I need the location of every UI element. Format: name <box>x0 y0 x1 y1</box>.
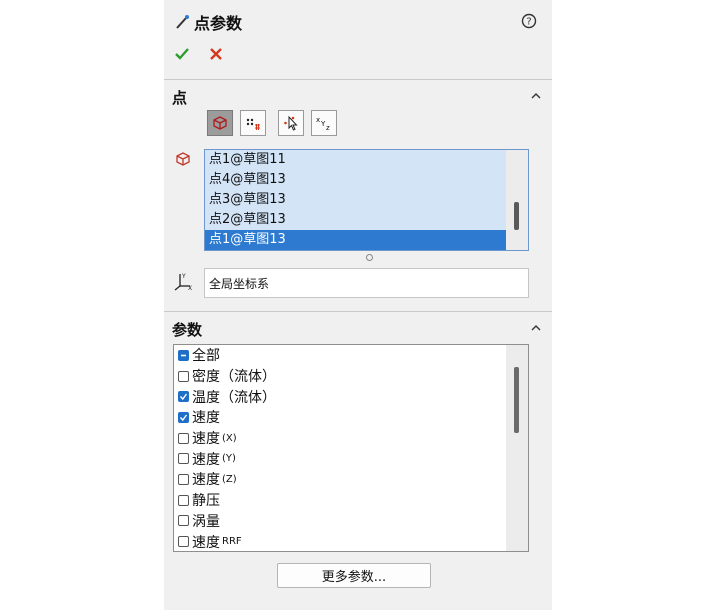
parameter-item[interactable]: 涡量 <box>174 511 528 532</box>
checkbox[interactable] <box>178 411 189 423</box>
points-section-title: 点 <box>172 89 188 107</box>
parameter-item[interactable]: 速度 (Y) <box>174 448 528 469</box>
selected-points-icon <box>176 152 190 166</box>
parameter-label: 密度（流体） <box>192 369 276 386</box>
title-row: 点参数 <box>174 10 242 34</box>
parameters-list-scrollbar[interactable] <box>506 345 528 551</box>
scrollbar-thumb[interactable] <box>514 367 519 433</box>
parameter-label: 静压 <box>192 493 220 510</box>
parameter-label: 温度（流体） <box>192 389 276 406</box>
parameter-item[interactable]: 密度（流体） <box>174 366 528 387</box>
parameter-suffix: RRF <box>222 536 242 548</box>
pick-point-button[interactable] <box>278 110 304 136</box>
parameter-suffix: (X) <box>222 432 237 444</box>
svg-text:x: x <box>316 116 320 124</box>
list-item[interactable]: 点1@草图11 <box>205 150 506 170</box>
help-icon[interactable]: ? <box>521 13 537 29</box>
list-item[interactable]: 点3@草图13 <box>205 190 506 210</box>
checkbox[interactable] <box>178 391 189 403</box>
parameters-section-title: 参数 <box>172 321 203 339</box>
collapse-chevron-icon[interactable] <box>530 92 542 100</box>
checkbox[interactable] <box>178 473 189 485</box>
points-list[interactable]: 点1@草图11 点4@草图13 点3@草图13 点2@草图13 点1@草图13 <box>204 149 529 251</box>
checkbox[interactable] <box>178 515 189 527</box>
indeterminate-icon <box>181 354 186 357</box>
coordinates-input-button[interactable]: x Y z <box>311 110 337 136</box>
collapse-chevron-icon[interactable] <box>530 324 542 332</box>
parameter-suffix: (Z) <box>222 473 237 485</box>
divider <box>164 79 552 80</box>
ok-button[interactable] <box>174 46 190 62</box>
parameter-item[interactable]: 速度 RRF <box>174 531 528 551</box>
checkbox[interactable] <box>178 432 189 444</box>
coordinate-system-icon: Y X <box>174 273 192 291</box>
parameter-label: 速度 <box>192 451 220 468</box>
coordinate-system-field[interactable]: 全局坐标系 <box>204 268 529 298</box>
panel-title: 点参数 <box>194 14 243 33</box>
select-points-button[interactable] <box>240 110 266 136</box>
list-item[interactable]: 点4@草图13 <box>205 170 506 190</box>
list-resize-handle[interactable] <box>366 254 373 261</box>
list-item[interactable]: 点2@草图13 <box>205 210 506 230</box>
parameter-item[interactable]: 速度 (Z) <box>174 469 528 490</box>
parameter-item[interactable]: 温度（流体） <box>174 386 528 407</box>
xyz-coordinates-icon: x Y z <box>316 116 330 132</box>
more-parameters-button[interactable]: 更多参数... <box>277 563 431 588</box>
parameter-label: 速度 <box>192 431 220 448</box>
svg-text:Y: Y <box>181 273 186 280</box>
parameter-item[interactable]: 静压 <box>174 490 528 511</box>
points-list-scrollbar[interactable] <box>506 150 528 250</box>
checkbox[interactable] <box>178 370 189 382</box>
parameter-label: 速度 <box>192 534 220 551</box>
3d-box-icon <box>213 116 227 130</box>
parameter-label: 涡量 <box>192 513 220 530</box>
parameter-suffix: (Y) <box>222 453 236 465</box>
divider <box>164 311 552 312</box>
scrollbar-thumb[interactable] <box>514 202 519 230</box>
checkbox[interactable] <box>178 349 189 361</box>
svg-text:z: z <box>326 124 330 132</box>
parameter-label: 全部 <box>192 348 220 365</box>
parameters-list[interactable]: 全部 密度（流体） 温度（流体） 速度 速度 (X) 速度 (Y) 速度 (Z) 静压 涡量 速度 RRF <box>173 344 529 552</box>
parameter-item[interactable]: 全部 <box>174 345 528 366</box>
parameter-item[interactable]: 速度 <box>174 407 528 428</box>
select-entity-button[interactable] <box>207 110 233 136</box>
points-grid-icon <box>246 118 260 130</box>
checkmark-icon <box>179 393 188 401</box>
checkbox[interactable] <box>178 494 189 506</box>
checkmark-icon <box>179 414 188 422</box>
cursor-select-icon <box>284 115 298 131</box>
point-parameters-panel: 点参数 ? 点 x Y z 点1@草图11 点4@草图13 点3@草图13 点2… <box>164 0 552 610</box>
parameter-label: 速度 <box>192 472 220 489</box>
checkbox[interactable] <box>178 536 189 548</box>
svg-text:?: ? <box>526 17 531 28</box>
svg-text:X: X <box>188 285 192 291</box>
cancel-button[interactable] <box>208 46 224 62</box>
parameter-item[interactable]: 速度 (X) <box>174 428 528 449</box>
checkbox[interactable] <box>178 453 189 465</box>
parameters-rows: 全部 密度（流体） 温度（流体） 速度 速度 (X) 速度 (Y) 速度 (Z) 静压 涡量 速度 RRF <box>174 345 528 551</box>
list-item-selected[interactable]: 点1@草图13 <box>205 230 506 250</box>
point-probe-icon <box>176 15 189 29</box>
parameter-label: 速度 <box>192 410 220 427</box>
